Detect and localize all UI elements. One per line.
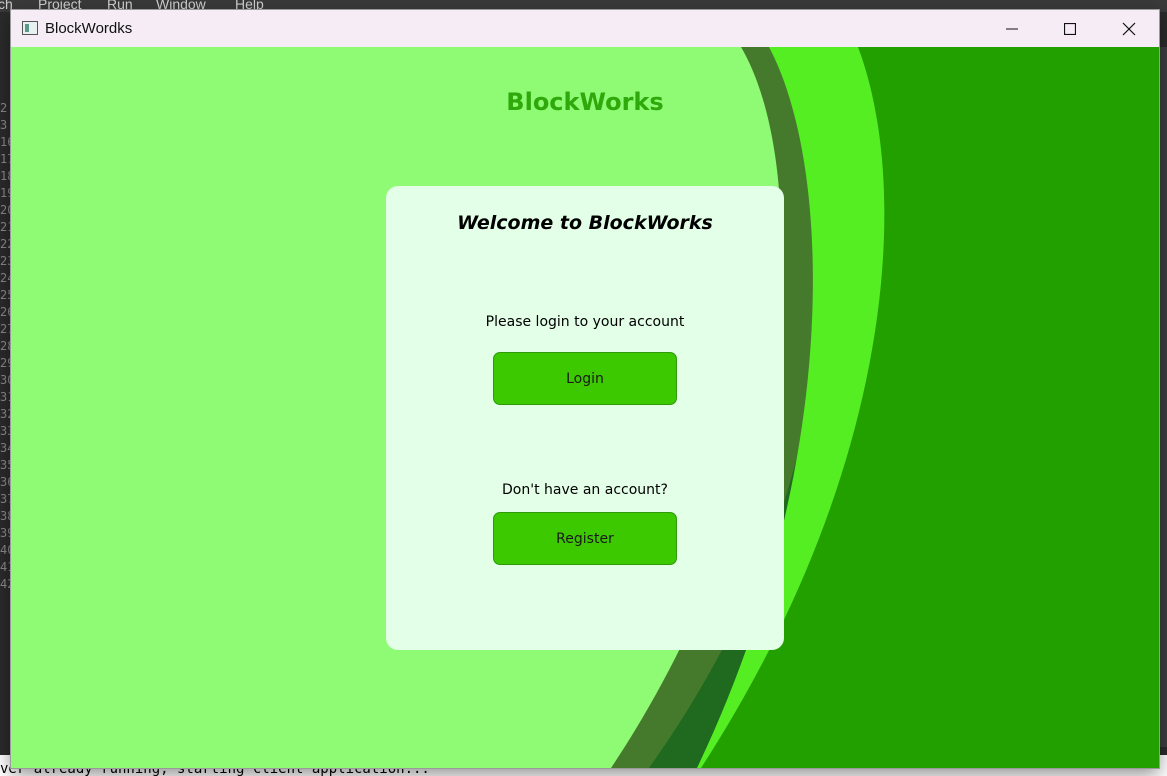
line-number: 30 [0, 373, 11, 387]
welcome-card: Welcome to BlockWorks Please login to yo… [386, 186, 784, 650]
line-number: 35 [0, 458, 11, 472]
line-number: 41 [0, 560, 11, 574]
close-button[interactable] [1100, 10, 1158, 47]
app-content: BlockWorks Welcome to BlockWorks Please … [11, 47, 1159, 768]
line-number: 3 [0, 118, 8, 132]
minimize-icon [1006, 28, 1018, 29]
line-number: 36 [0, 475, 11, 489]
line-number: 40 [0, 543, 11, 557]
line-number: 24 [0, 271, 11, 285]
line-number: 16 [0, 135, 11, 149]
maximize-button[interactable] [1041, 10, 1099, 47]
login-button-label: Login [566, 370, 604, 387]
window-titlebar[interactable]: BlockWordks [11, 10, 1159, 47]
line-number: 18 [0, 169, 11, 183]
ide-line-gutter: 2 3 16 17 18 19 20 21 22 23 24 25 26 27 … [0, 100, 11, 700]
line-number: 19 [0, 186, 11, 200]
register-button[interactable]: Register [493, 512, 677, 565]
line-number: 25 [0, 288, 11, 302]
line-number: 20 [0, 203, 11, 217]
maximize-icon [1064, 22, 1076, 35]
line-number: 2 [0, 101, 8, 115]
line-number: 17 [0, 152, 11, 166]
line-number: 27 [0, 322, 11, 336]
register-prompt: Don't have an account? [502, 482, 668, 498]
line-number: 22 [0, 237, 11, 251]
login-prompt: Please login to your account [485, 314, 685, 330]
line-number: 34 [0, 441, 11, 455]
app-window: BlockWordks BlockWorks Welcome to BlockW… [11, 10, 1159, 768]
welcome-heading: Welcome to BlockWorks [457, 212, 713, 234]
line-number: 37 [0, 492, 11, 506]
line-number: 31 [0, 390, 11, 404]
line-number: 32 [0, 407, 11, 421]
line-number: 21 [0, 220, 11, 234]
login-button[interactable]: Login [493, 352, 677, 405]
close-icon [1122, 22, 1136, 35]
line-number: 38 [0, 509, 11, 523]
app-brand-title: BlockWorks [506, 88, 664, 116]
line-number: 42 [0, 577, 11, 591]
line-number: 23 [0, 254, 11, 268]
app-window-icon [22, 21, 38, 35]
line-number: 29 [0, 356, 11, 370]
line-number: 39 [0, 526, 11, 540]
line-number: 28 [0, 339, 11, 353]
line-number: 33 [0, 424, 11, 438]
register-button-label: Register [556, 530, 614, 547]
line-number: 26 [0, 305, 11, 319]
minimize-button[interactable] [983, 10, 1041, 47]
window-title: BlockWordks [45, 20, 133, 37]
ide-right-panel-edge [1159, 47, 1167, 747]
